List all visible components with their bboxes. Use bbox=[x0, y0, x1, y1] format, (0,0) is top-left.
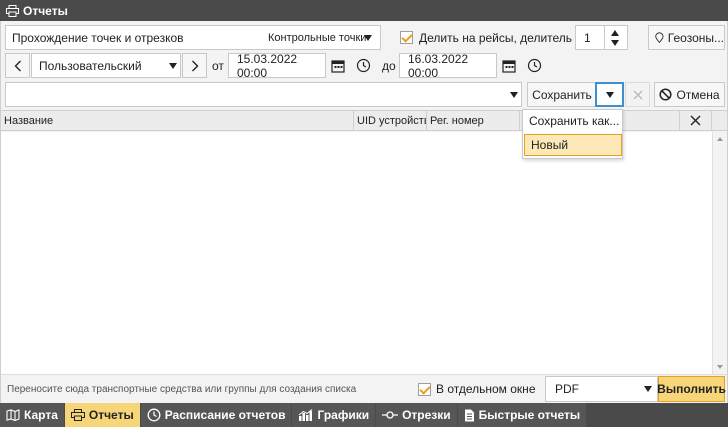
clock-icon bbox=[527, 58, 542, 73]
tab-quick-reports[interactable]: Быстрые отчеты bbox=[457, 403, 587, 427]
to-datetime-value: 16.03.2022 00:00 bbox=[408, 51, 469, 80]
split-trips-label: Делить на рейсы, делитель № bbox=[419, 30, 589, 45]
split-trips-checkbox-row[interactable]: Делить на рейсы, делитель № bbox=[400, 25, 588, 50]
tab-report-schedule[interactable]: Расписание отчетов bbox=[140, 403, 292, 427]
menu-item-new[interactable]: Новый bbox=[524, 134, 622, 156]
separate-window-checkbox[interactable] bbox=[418, 382, 431, 396]
divider-stepper[interactable]: 1 bbox=[575, 25, 628, 50]
stepper-down-icon[interactable] bbox=[611, 40, 619, 46]
prev-period-button[interactable] bbox=[5, 53, 30, 78]
clock-icon bbox=[356, 58, 371, 73]
column-header-reg-number[interactable]: Рег. номер bbox=[427, 111, 520, 130]
split-trips-checkbox[interactable] bbox=[400, 31, 413, 44]
chevron-down-icon bbox=[510, 92, 518, 98]
format-value: PDF bbox=[555, 382, 579, 396]
report-type-select[interactable]: Прохождение точек и отрезков Контрольные… bbox=[5, 25, 381, 50]
save-button[interactable]: Сохранить bbox=[527, 82, 597, 107]
chevron-down-icon bbox=[605, 91, 614, 98]
cancel-button[interactable]: Отмена bbox=[654, 82, 725, 107]
close-icon bbox=[690, 115, 701, 126]
separate-window-checkbox-row[interactable]: В отдельном окне bbox=[418, 378, 536, 400]
save-options-menu: Сохранить как... Новый bbox=[522, 109, 623, 159]
stepper-up-icon[interactable] bbox=[611, 30, 619, 36]
to-label: до bbox=[382, 58, 396, 73]
divider-value: 1 bbox=[584, 30, 591, 45]
tab-label: Отрезки bbox=[402, 408, 451, 422]
period-preset-value: Пользовательский bbox=[39, 58, 142, 73]
calendar-icon bbox=[502, 59, 516, 73]
menu-item-save-as[interactable]: Сохранить как... bbox=[523, 110, 622, 132]
next-period-button[interactable] bbox=[182, 53, 207, 78]
printer-icon bbox=[70, 409, 85, 421]
segment-icon bbox=[382, 411, 399, 419]
chevron-left-icon bbox=[14, 60, 21, 71]
run-report-button[interactable]: Выполнить bbox=[657, 376, 726, 402]
to-calendar-button[interactable] bbox=[502, 57, 516, 74]
close-icon bbox=[632, 89, 643, 100]
from-datetime-input[interactable]: 15.03.2022 00:00 bbox=[228, 51, 326, 80]
tab-label: Расписание отчетов bbox=[164, 408, 286, 422]
report-subtype-value: Контрольные точки bbox=[268, 31, 367, 44]
template-select[interactable] bbox=[5, 82, 522, 107]
map-icon bbox=[6, 409, 20, 421]
save-options-dropdown-button[interactable] bbox=[595, 82, 624, 107]
from-label: от bbox=[212, 58, 224, 73]
bottom-tabbar: Карта Отчеты Расписание отчетов Графики … bbox=[0, 403, 728, 427]
column-header-device-uid[interactable]: UID устройства bbox=[354, 111, 427, 130]
report-footer: Переносите сюда транспортные средства ил… bbox=[1, 374, 727, 403]
calendar-icon bbox=[331, 59, 345, 73]
to-clock-button[interactable] bbox=[527, 57, 542, 74]
chevron-down-icon bbox=[644, 386, 652, 392]
window-title: Отчеты bbox=[23, 3, 68, 18]
tab-label: Быстрые отчеты bbox=[478, 408, 581, 422]
geofences-label: Геозоны... bbox=[667, 30, 724, 45]
delete-button[interactable] bbox=[625, 82, 650, 107]
chevron-down-icon bbox=[364, 35, 372, 41]
period-preset-select[interactable]: Пользовательский bbox=[31, 53, 181, 78]
save-button-label: Сохранить bbox=[532, 87, 592, 102]
separate-window-label: В отдельном окне bbox=[436, 382, 536, 396]
scroll-down-icon[interactable] bbox=[717, 365, 723, 369]
chevron-down-icon bbox=[169, 63, 177, 69]
document-icon bbox=[464, 409, 474, 421]
report-type-value: Прохождение точек и отрезков bbox=[12, 30, 184, 45]
ban-icon bbox=[659, 88, 673, 101]
from-clock-button[interactable] bbox=[356, 57, 371, 74]
tab-charts[interactable]: Графики bbox=[292, 403, 376, 427]
location-pin-icon bbox=[655, 31, 664, 43]
tab-label: Графики bbox=[317, 408, 370, 422]
chevron-right-icon bbox=[191, 60, 198, 71]
column-header-name[interactable]: Название bbox=[1, 111, 354, 130]
scroll-up-icon[interactable] bbox=[717, 137, 723, 141]
chart-icon bbox=[299, 408, 313, 421]
window-titlebar: Отчеты bbox=[0, 0, 728, 21]
printer-icon bbox=[6, 4, 19, 17]
to-datetime-input[interactable]: 16.03.2022 00:00 bbox=[399, 51, 497, 80]
format-select[interactable]: PDF bbox=[545, 376, 658, 402]
geofences-button[interactable]: Геозоны... bbox=[648, 25, 725, 50]
tab-map[interactable]: Карта bbox=[0, 403, 64, 427]
cancel-button-label: Отмена bbox=[676, 87, 720, 102]
tab-label: Отчеты bbox=[88, 408, 134, 422]
units-list[interactable] bbox=[1, 132, 712, 374]
clock-icon bbox=[147, 408, 161, 422]
vertical-scrollbar[interactable] bbox=[712, 132, 727, 374]
drop-hint: Переносите сюда транспортные средства ил… bbox=[7, 383, 357, 395]
tab-label: Карта bbox=[24, 408, 58, 422]
tab-reports[interactable]: Отчеты bbox=[64, 403, 140, 427]
from-datetime-value: 15.03.2022 00:00 bbox=[237, 51, 298, 80]
clear-list-button[interactable] bbox=[680, 111, 712, 130]
from-calendar-button[interactable] bbox=[331, 57, 345, 74]
run-report-label: Выполнить bbox=[657, 382, 726, 396]
tab-segments[interactable]: Отрезки bbox=[376, 403, 457, 427]
